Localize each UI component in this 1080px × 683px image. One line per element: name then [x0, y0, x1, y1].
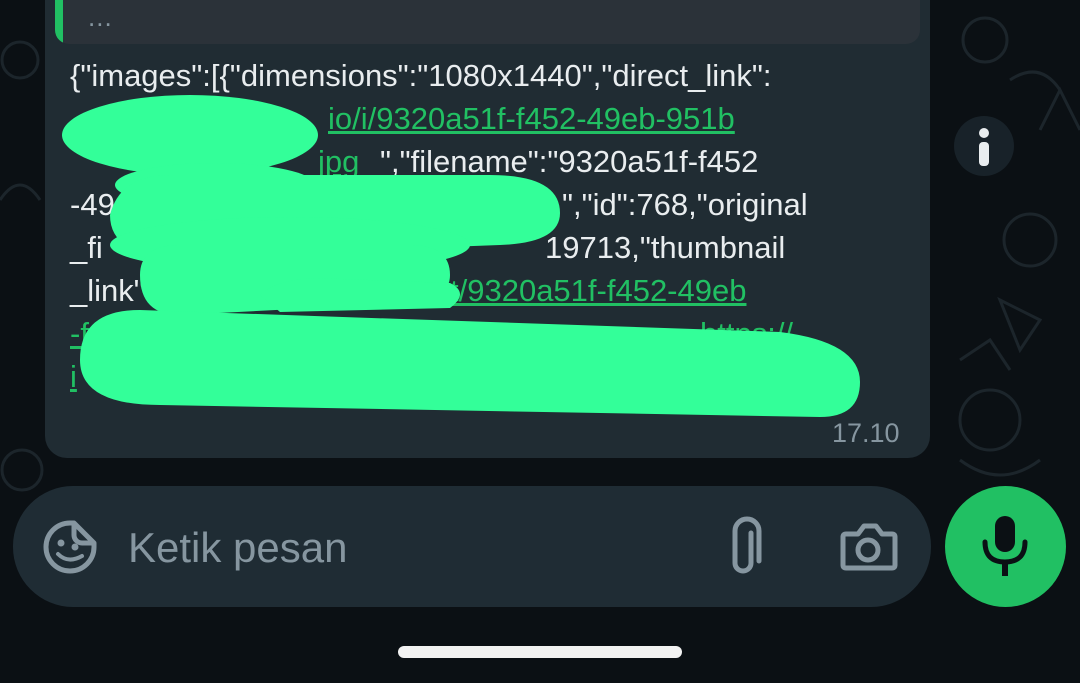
message-link[interactable]: https:	[176, 269, 252, 312]
message-input[interactable]: Ketik pesan	[128, 522, 347, 574]
home-gesture-bar[interactable]	[398, 646, 682, 658]
info-button[interactable]	[954, 116, 1014, 176]
attach-icon[interactable]	[723, 515, 771, 577]
camera-icon[interactable]	[838, 520, 898, 572]
quote-accent-bar	[55, 0, 63, 44]
message-line: {"images":[{"dimensions":"1080x1440","di…	[70, 54, 900, 97]
message-segment: ","filename":"9320a51f-f452	[380, 144, 759, 179]
message-segment: ","id":768,"original	[562, 187, 808, 222]
message-segment: 19713,"thumbnail	[545, 230, 786, 265]
message-link[interactable]: https://	[700, 312, 793, 355]
message-link[interactable]: i	[70, 355, 77, 398]
voice-record-button[interactable]	[945, 486, 1066, 607]
message-line: _link":" https: t/9320a51f-f452-49eb	[70, 269, 900, 312]
message-line: i	[70, 355, 900, 398]
quoted-message[interactable]: ...	[55, 0, 920, 44]
sticker-icon[interactable]	[42, 519, 98, 575]
message-segment: _link":"	[70, 273, 165, 308]
message-line: -f https://	[70, 312, 900, 355]
message-link[interactable]: jpg	[318, 140, 359, 183]
message-link[interactable]: -f	[70, 312, 89, 355]
message-line: -49 ","id":768,"original	[70, 183, 900, 226]
message-line: io/i/9320a51f-f452-49eb-951b	[70, 97, 900, 140]
message-segment: {"images":[{"dimensions":"1080x1440","di…	[70, 58, 772, 93]
info-icon	[979, 128, 989, 166]
message-segment: _fi	[70, 230, 103, 265]
quoted-preview-text: ...	[88, 2, 113, 32]
message-timestamp: 17.10	[832, 418, 900, 448]
message-segment: -49	[70, 187, 115, 222]
message-line: jpg ","filename":"9320a51f-f452	[70, 140, 900, 183]
message-line: _fi 19713,"thumbnail	[70, 226, 900, 269]
message-link[interactable]: t/9320a51f-f452-49eb	[450, 269, 746, 312]
message-text: {"images":[{"dimensions":"1080x1440","di…	[70, 54, 900, 398]
mic-icon	[982, 516, 1028, 576]
message-link[interactable]: io/i/9320a51f-f452-49eb-951b	[328, 97, 735, 140]
